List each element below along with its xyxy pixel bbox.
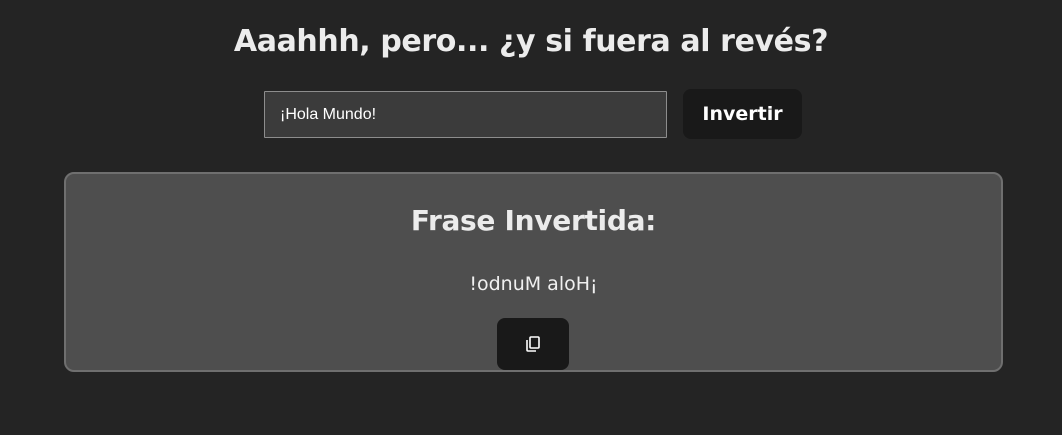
copy-icon [526,336,540,352]
inverted-phrase: !odnuM aloH¡ [469,273,598,295]
copy-button[interactable] [497,318,569,370]
result-heading: Frase Invertida: [410,204,657,237]
invert-button[interactable]: Invertir [683,89,802,139]
page-title: Aaahhh, pero... ¿y si fuera al revés? [233,24,829,59]
phrase-input[interactable] [264,91,667,138]
result-card: Frase Invertida: !odnuM aloH¡ [64,172,1003,372]
